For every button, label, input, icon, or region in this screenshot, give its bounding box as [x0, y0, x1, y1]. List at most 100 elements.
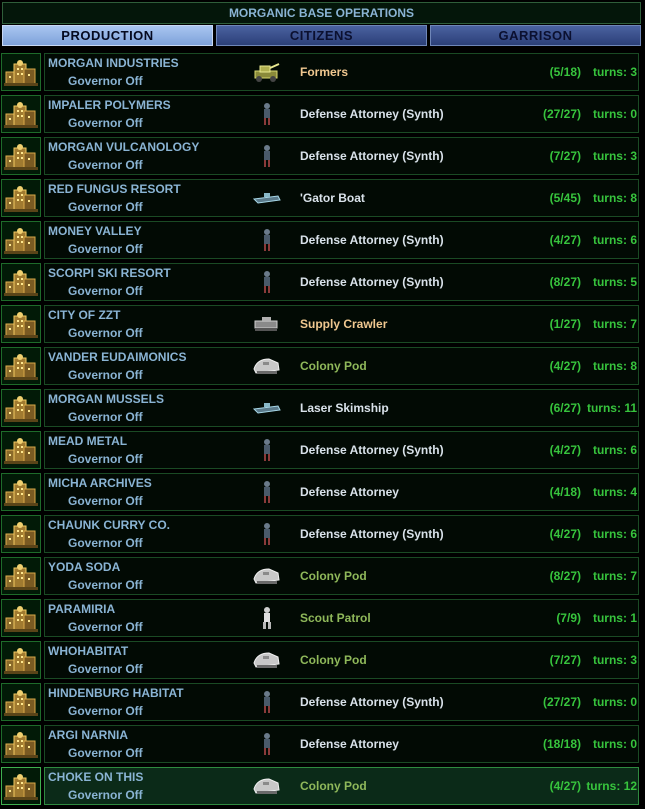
governor-status: Governor Off — [68, 620, 143, 634]
base-name: SCORPI SKI RESORT — [48, 266, 171, 280]
base-name: CHOKE ON THIS — [48, 770, 144, 784]
production-item: Defense Attorney (Synth) — [300, 695, 444, 709]
infantry-icon — [250, 731, 284, 757]
base-icon-button[interactable] — [1, 599, 41, 637]
production-progress: (4/27) — [549, 527, 581, 541]
base-icon-button[interactable] — [1, 389, 41, 427]
tab-citizens[interactable]: CITIZENS — [216, 25, 427, 46]
base-icon-button[interactable] — [1, 557, 41, 595]
governor-status: Governor Off — [68, 158, 143, 172]
production-progress: (4/27) — [549, 359, 581, 373]
base-row[interactable]: IMPALER POLYMERS Governor Off Defense At… — [0, 93, 645, 135]
governor-status: Governor Off — [68, 116, 143, 130]
production-progress: (27/27) — [542, 695, 581, 709]
base-icon-button[interactable] — [1, 683, 41, 721]
turns-remaining: turns: 7 — [592, 569, 637, 583]
base-icon — [4, 102, 38, 128]
governor-status: Governor Off — [68, 74, 143, 88]
base-icon-button[interactable] — [1, 221, 41, 259]
base-row[interactable]: PARAMIRIA Governor Off Scout Patrol (7/9… — [0, 597, 645, 639]
governor-status: Governor Off — [68, 452, 143, 466]
base-row[interactable]: CHOKE ON THIS Governor Off Colony Pod (4… — [0, 765, 645, 807]
production-item: Colony Pod — [300, 359, 367, 373]
base-icon — [4, 480, 38, 506]
base-icon — [4, 270, 38, 296]
base-icon — [4, 648, 38, 674]
base-row[interactable]: CITY OF ZZT Governor Off Supply Crawler … — [0, 303, 645, 345]
production-item: Laser Skimship — [300, 401, 389, 415]
governor-status: Governor Off — [68, 368, 143, 382]
base-row[interactable]: CHAUNK CURRY CO. Governor Off Defense At… — [0, 513, 645, 555]
turns-remaining: turns: 3 — [592, 149, 637, 163]
base-row[interactable]: YODA SODA Governor Off Colony Pod (8/27)… — [0, 555, 645, 597]
base-row[interactable]: MEAD METAL Governor Off Defense Attorney… — [0, 429, 645, 471]
base-row[interactable]: MORGAN VULCANOLOGY Governor Off Defense … — [0, 135, 645, 177]
base-row[interactable]: MORGAN INDUSTRIES Governor Off Formers (… — [0, 51, 645, 93]
production-item: Defense Attorney (Synth) — [300, 107, 444, 121]
colony-pod-icon — [250, 773, 284, 799]
base-row[interactable]: WHOHABITAT Governor Off Colony Pod (7/27… — [0, 639, 645, 681]
base-icon — [4, 144, 38, 170]
turns-remaining: turns: 1 — [592, 611, 637, 625]
base-name: WHOHABITAT — [48, 644, 129, 658]
base-name: CHAUNK CURRY CO. — [48, 518, 171, 532]
base-icon-button[interactable] — [1, 431, 41, 469]
base-icon-button[interactable] — [1, 305, 41, 343]
base-icon-button[interactable] — [1, 137, 41, 175]
boat-icon — [250, 185, 284, 211]
colony-pod-icon — [250, 353, 284, 379]
production-progress: (7/27) — [549, 653, 581, 667]
tab-production[interactable]: PRODUCTION — [2, 25, 213, 46]
base-icon — [4, 354, 38, 380]
base-name: MEAD METAL — [48, 434, 128, 448]
base-row[interactable]: HINDENBURG HABITAT Governor Off Defense … — [0, 681, 645, 723]
governor-status: Governor Off — [68, 578, 143, 592]
base-icon — [4, 690, 38, 716]
base-row[interactable]: VANDER EUDAIMONICS Governor Off Colony P… — [0, 345, 645, 387]
base-icon — [4, 522, 38, 548]
base-icon-button[interactable] — [1, 263, 41, 301]
governor-status: Governor Off — [68, 200, 143, 214]
colony-pod-icon — [250, 647, 284, 673]
base-row[interactable]: RED FUNGUS RESORT Governor Off 'Gator Bo… — [0, 177, 645, 219]
governor-status: Governor Off — [68, 746, 143, 760]
production-item: Formers — [300, 65, 349, 79]
base-icon-button[interactable] — [1, 641, 41, 679]
base-row[interactable]: ARGI NARNIA Governor Off Defense Attorne… — [0, 723, 645, 765]
turns-remaining: turns: 6 — [592, 443, 637, 457]
scout-icon — [250, 605, 284, 631]
infantry-icon — [250, 101, 284, 127]
base-icon-button[interactable] — [1, 179, 41, 217]
production-item: Colony Pod — [300, 779, 367, 793]
base-row[interactable]: MICHA ARCHIVES Governor Off Defense Atto… — [0, 471, 645, 513]
tab-garrison[interactable]: GARRISON — [430, 25, 641, 46]
base-row[interactable]: MORGAN MUSSELS Governor Off Laser Skimsh… — [0, 387, 645, 429]
base-icon-button[interactable] — [1, 767, 41, 805]
turns-remaining: turns: 0 — [592, 737, 637, 751]
turns-remaining: turns: 0 — [592, 695, 637, 709]
base-operations-window: MORGANIC BASE OPERATIONS PRODUCTION CITI… — [0, 0, 645, 809]
base-icon-button[interactable] — [1, 53, 41, 91]
production-progress: (4/27) — [549, 443, 581, 457]
infantry-icon — [250, 689, 284, 715]
base-row[interactable]: MONEY VALLEY Governor Off Defense Attorn… — [0, 219, 645, 261]
governor-status: Governor Off — [68, 494, 143, 508]
turns-remaining: turns: 4 — [592, 485, 637, 499]
production-item: Defense Attorney (Synth) — [300, 527, 444, 541]
base-icon-button[interactable] — [1, 725, 41, 763]
base-row[interactable]: SCORPI SKI RESORT Governor Off Defense A… — [0, 261, 645, 303]
base-icon-button[interactable] — [1, 95, 41, 133]
base-name: CITY OF ZZT — [48, 308, 121, 322]
infantry-icon — [250, 437, 284, 463]
turns-remaining: turns: 0 — [592, 107, 637, 121]
base-icon-button[interactable] — [1, 473, 41, 511]
production-item: Defense Attorney (Synth) — [300, 443, 444, 457]
base-icon-button[interactable] — [1, 347, 41, 385]
production-progress: (4/27) — [549, 233, 581, 247]
turns-remaining: turns: 8 — [592, 191, 637, 205]
base-icon-button[interactable] — [1, 515, 41, 553]
turns-remaining: turns: 7 — [592, 317, 637, 331]
production-progress: (8/27) — [549, 275, 581, 289]
base-name: MORGAN INDUSTRIES — [48, 56, 179, 70]
production-progress: (5/45) — [549, 191, 581, 205]
